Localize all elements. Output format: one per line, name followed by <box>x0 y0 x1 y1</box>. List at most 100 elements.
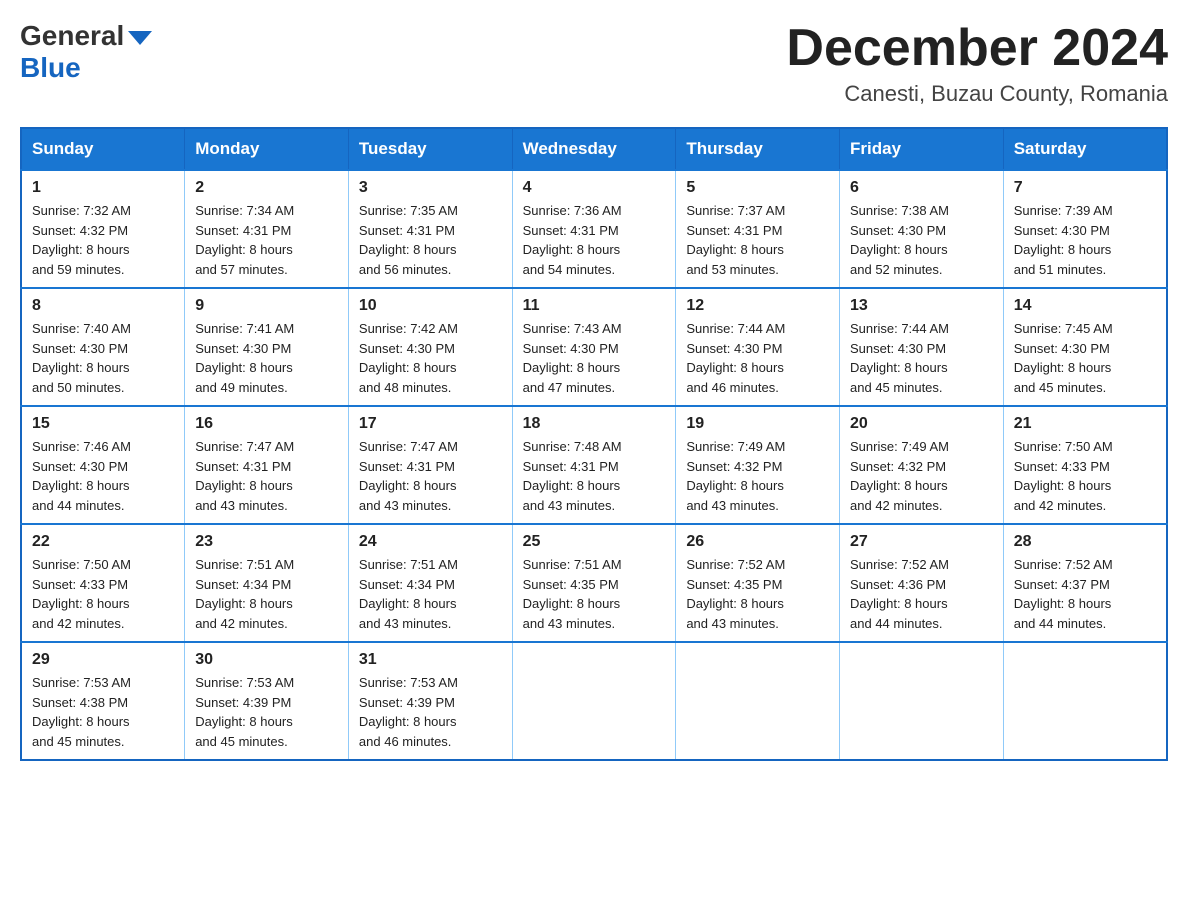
col-header-friday: Friday <box>840 128 1004 170</box>
calendar-cell: 24Sunrise: 7:51 AMSunset: 4:34 PMDayligh… <box>348 524 512 642</box>
calendar-cell: 4 Sunrise: 7:36 AMSunset: 4:31 PMDaylight… <box>512 170 676 288</box>
day-info: Sunrise: 7:51 AMSunset: 4:35 PMDaylight:… <box>523 555 666 633</box>
calendar-cell: 28 Sunrise: 7:52 AMSunset: 4:37 PMDayligh… <box>1003 524 1167 642</box>
day-info: Sunrise: 7:45 AMSunset: 4:30 PMDaylight:… <box>1014 319 1156 397</box>
day-number: 21 <box>1014 415 1156 433</box>
day-info: Sunrise: 7:44 AMSunset: 4:30 PMDaylight:… <box>686 319 829 397</box>
col-header-sunday: Sunday <box>21 128 185 170</box>
calendar-header-row: SundayMondayTuesdayWednesdayThursdayFrid… <box>21 128 1167 170</box>
day-info: Sunrise: 7:36 AMSunset: 4:31 PMDaylight:… <box>523 201 666 279</box>
day-info: Sunrise: 7:40 AMSunset: 4:30 PMDaylight:… <box>32 319 174 397</box>
col-header-wednesday: Wednesday <box>512 128 676 170</box>
calendar-cell: 25 Sunrise: 7:51 AMSunset: 4:35 PMDayligh… <box>512 524 676 642</box>
week-row-2: 8 Sunrise: 7:40 AMSunset: 4:30 PMDaylight… <box>21 288 1167 406</box>
day-info: Sunrise: 7:37 AMSunset: 4:31 PMDaylight:… <box>686 201 829 279</box>
day-number: 16 <box>195 415 338 433</box>
calendar-cell: 10Sunrise: 7:42 AMSunset: 4:30 PMDayligh… <box>348 288 512 406</box>
day-number: 29 <box>32 651 174 669</box>
day-number: 1 <box>32 179 174 197</box>
week-row-3: 15 Sunrise: 7:46 AMSunset: 4:30 PMDayligh… <box>21 406 1167 524</box>
logo-general-text: General <box>20 20 124 52</box>
day-info: Sunrise: 7:53 AMSunset: 4:39 PMDaylight:… <box>359 673 502 751</box>
day-number: 5 <box>686 179 829 197</box>
day-info: Sunrise: 7:43 AMSunset: 4:30 PMDaylight:… <box>523 319 666 397</box>
calendar-cell <box>676 642 840 760</box>
day-info: Sunrise: 7:47 AMSunset: 4:31 PMDaylight:… <box>195 437 338 515</box>
day-info: Sunrise: 7:48 AMSunset: 4:31 PMDaylight:… <box>523 437 666 515</box>
day-number: 24 <box>359 533 502 551</box>
day-info: Sunrise: 7:46 AMSunset: 4:30 PMDaylight:… <box>32 437 174 515</box>
calendar-cell: 15 Sunrise: 7:46 AMSunset: 4:30 PMDayligh… <box>21 406 185 524</box>
day-info: Sunrise: 7:50 AMSunset: 4:33 PMDaylight:… <box>1014 437 1156 515</box>
calendar-cell: 21 Sunrise: 7:50 AMSunset: 4:33 PMDayligh… <box>1003 406 1167 524</box>
day-number: 30 <box>195 651 338 669</box>
day-number: 25 <box>523 533 666 551</box>
day-info: Sunrise: 7:39 AMSunset: 4:30 PMDaylight:… <box>1014 201 1156 279</box>
week-row-5: 29 Sunrise: 7:53 AMSunset: 4:38 PMDayligh… <box>21 642 1167 760</box>
day-info: Sunrise: 7:34 AMSunset: 4:31 PMDaylight:… <box>195 201 338 279</box>
calendar-cell: 12 Sunrise: 7:44 AMSunset: 4:30 PMDayligh… <box>676 288 840 406</box>
day-info: Sunrise: 7:35 AMSunset: 4:31 PMDaylight:… <box>359 201 502 279</box>
day-number: 28 <box>1014 533 1156 551</box>
calendar-cell: 23Sunrise: 7:51 AMSunset: 4:34 PMDayligh… <box>185 524 349 642</box>
day-info: Sunrise: 7:42 AMSunset: 4:30 PMDaylight:… <box>359 319 502 397</box>
day-number: 13 <box>850 297 993 315</box>
calendar-cell: 30 Sunrise: 7:53 AMSunset: 4:39 PMDayligh… <box>185 642 349 760</box>
calendar-cell: 8 Sunrise: 7:40 AMSunset: 4:30 PMDaylight… <box>21 288 185 406</box>
calendar-cell: 1 Sunrise: 7:32 AMSunset: 4:32 PMDaylight… <box>21 170 185 288</box>
day-info: Sunrise: 7:49 AMSunset: 4:32 PMDaylight:… <box>686 437 829 515</box>
day-number: 8 <box>32 297 174 315</box>
day-info: Sunrise: 7:32 AMSunset: 4:32 PMDaylight:… <box>32 201 174 279</box>
day-number: 7 <box>1014 179 1156 197</box>
day-number: 26 <box>686 533 829 551</box>
day-number: 17 <box>359 415 502 433</box>
calendar-cell: 20Sunrise: 7:49 AMSunset: 4:32 PMDayligh… <box>840 406 1004 524</box>
month-title: December 2024 <box>786 20 1168 77</box>
calendar-cell: 6 Sunrise: 7:38 AMSunset: 4:30 PMDaylight… <box>840 170 1004 288</box>
day-info: Sunrise: 7:41 AMSunset: 4:30 PMDaylight:… <box>195 319 338 397</box>
col-header-tuesday: Tuesday <box>348 128 512 170</box>
day-number: 27 <box>850 533 993 551</box>
day-number: 18 <box>523 415 666 433</box>
day-number: 3 <box>359 179 502 197</box>
week-row-1: 1 Sunrise: 7:32 AMSunset: 4:32 PMDaylight… <box>21 170 1167 288</box>
day-number: 23 <box>195 533 338 551</box>
day-number: 12 <box>686 297 829 315</box>
day-info: Sunrise: 7:53 AMSunset: 4:38 PMDaylight:… <box>32 673 174 751</box>
day-number: 15 <box>32 415 174 433</box>
day-info: Sunrise: 7:52 AMSunset: 4:37 PMDaylight:… <box>1014 555 1156 633</box>
day-number: 22 <box>32 533 174 551</box>
calendar-cell: 11 Sunrise: 7:43 AMSunset: 4:30 PMDayligh… <box>512 288 676 406</box>
day-number: 2 <box>195 179 338 197</box>
calendar-cell: 17 Sunrise: 7:47 AMSunset: 4:31 PMDayligh… <box>348 406 512 524</box>
calendar-cell: 29 Sunrise: 7:53 AMSunset: 4:38 PMDayligh… <box>21 642 185 760</box>
calendar-cell: 3 Sunrise: 7:35 AMSunset: 4:31 PMDaylight… <box>348 170 512 288</box>
col-header-monday: Monday <box>185 128 349 170</box>
calendar-cell: 31 Sunrise: 7:53 AMSunset: 4:39 PMDayligh… <box>348 642 512 760</box>
day-number: 31 <box>359 651 502 669</box>
location-title: Canesti, Buzau County, Romania <box>786 81 1168 107</box>
col-header-saturday: Saturday <box>1003 128 1167 170</box>
calendar-cell: 14Sunrise: 7:45 AMSunset: 4:30 PMDayligh… <box>1003 288 1167 406</box>
day-info: Sunrise: 7:49 AMSunset: 4:32 PMDaylight:… <box>850 437 993 515</box>
calendar-cell: 2 Sunrise: 7:34 AMSunset: 4:31 PMDaylight… <box>185 170 349 288</box>
logo-blue-text: Blue <box>20 52 81 84</box>
logo-general: General <box>20 20 152 52</box>
day-number: 11 <box>523 297 666 315</box>
day-number: 6 <box>850 179 993 197</box>
calendar-cell: 27Sunrise: 7:52 AMSunset: 4:36 PMDayligh… <box>840 524 1004 642</box>
day-number: 4 <box>523 179 666 197</box>
calendar-cell: 16 Sunrise: 7:47 AMSunset: 4:31 PMDayligh… <box>185 406 349 524</box>
calendar-cell: 22 Sunrise: 7:50 AMSunset: 4:33 PMDayligh… <box>21 524 185 642</box>
day-info: Sunrise: 7:38 AMSunset: 4:30 PMDaylight:… <box>850 201 993 279</box>
page-header: General Blue December 2024 Canesti, Buza… <box>20 20 1168 107</box>
calendar-cell: 13 Sunrise: 7:44 AMSunset: 4:30 PMDayligh… <box>840 288 1004 406</box>
day-info: Sunrise: 7:47 AMSunset: 4:31 PMDaylight:… <box>359 437 502 515</box>
calendar-cell <box>512 642 676 760</box>
day-info: Sunrise: 7:53 AMSunset: 4:39 PMDaylight:… <box>195 673 338 751</box>
day-info: Sunrise: 7:44 AMSunset: 4:30 PMDaylight:… <box>850 319 993 397</box>
calendar-cell: 19 Sunrise: 7:49 AMSunset: 4:32 PMDayligh… <box>676 406 840 524</box>
day-info: Sunrise: 7:50 AMSunset: 4:33 PMDaylight:… <box>32 555 174 633</box>
day-number: 19 <box>686 415 829 433</box>
calendar-cell: 9Sunrise: 7:41 AMSunset: 4:30 PMDaylight… <box>185 288 349 406</box>
